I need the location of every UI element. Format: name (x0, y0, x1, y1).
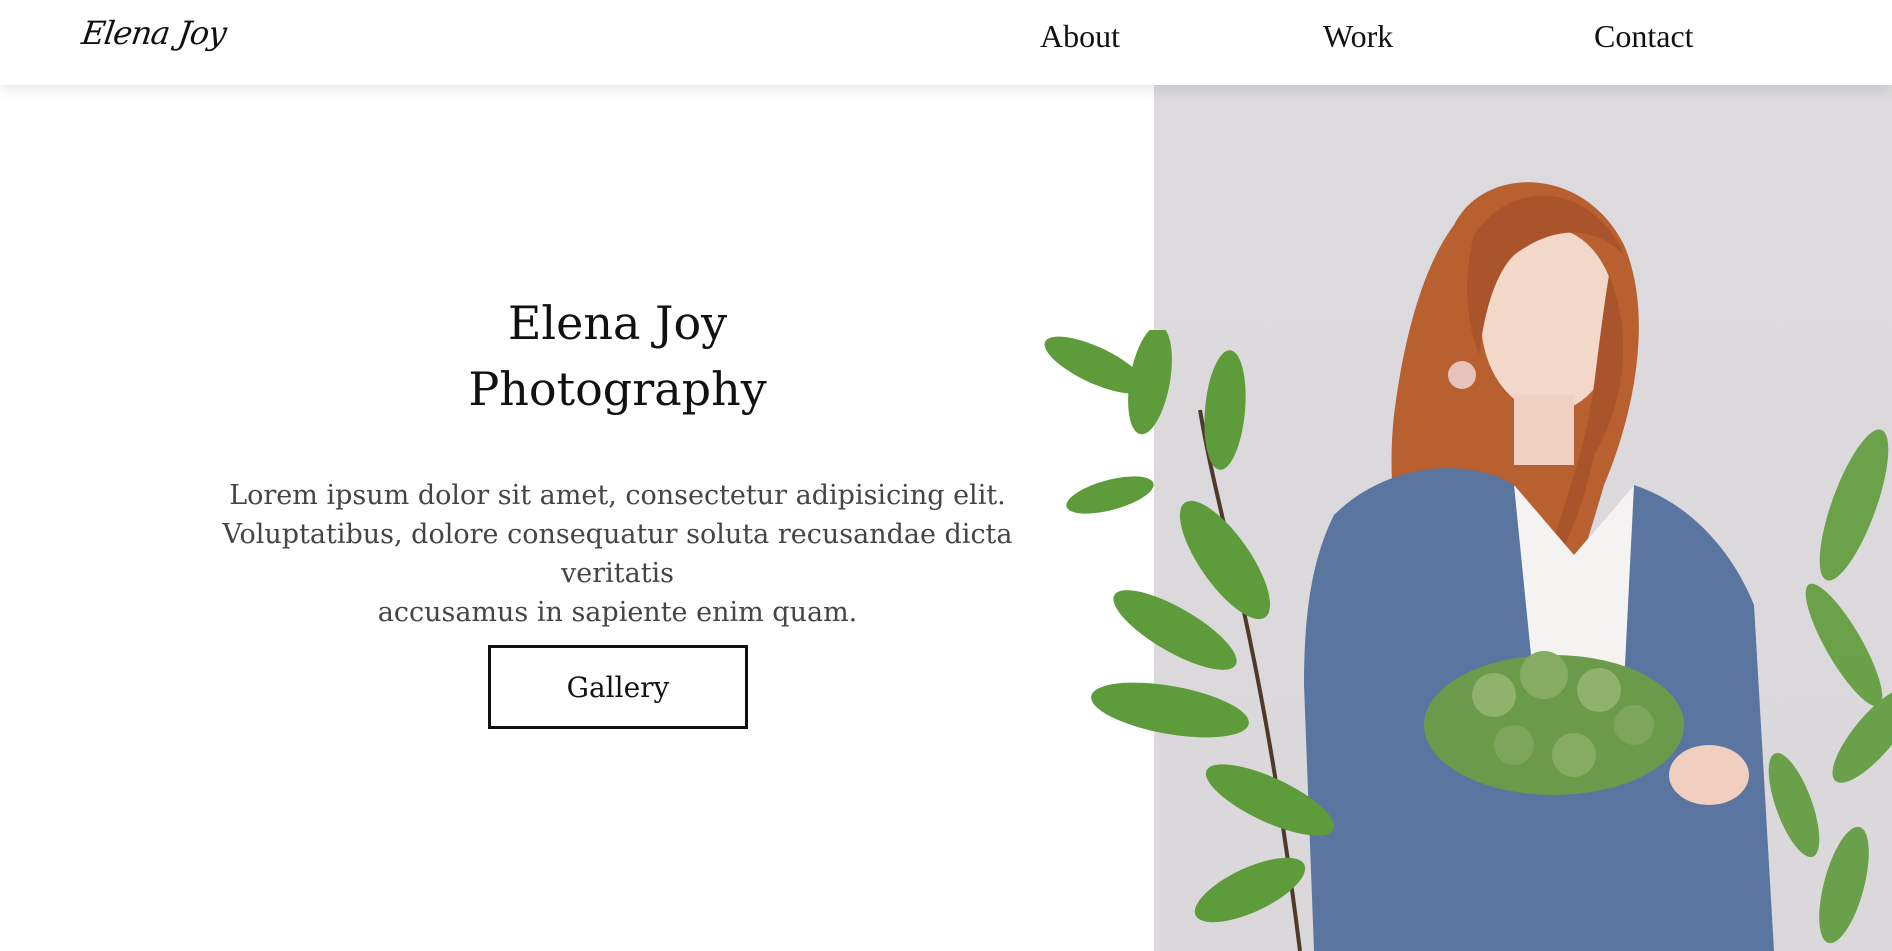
hero-description-line2: Voluptatibus, dolore consequatur soluta … (222, 519, 1013, 589)
hero-title: Elena Joy Photography (453, 290, 783, 422)
site-logo[interactable]: Elena Joy (79, 14, 228, 52)
plant-right-icon (1768, 429, 1892, 944)
hero-title-line1: Elena Joy (507, 296, 728, 350)
nav-link-contact[interactable]: Contact (1594, 18, 1694, 55)
hero-description-line1: Lorem ipsum dolor sit amet, consectetur … (229, 480, 1006, 511)
hero-description-line3: accusamus in sapiente enim quam. (377, 597, 858, 628)
gallery-button[interactable]: Gallery (488, 645, 748, 729)
hero-title-line2: Photography (468, 362, 767, 416)
plant-left-icon (1044, 330, 1335, 951)
earring-icon (1448, 361, 1476, 389)
nav-link-about[interactable]: About (1040, 18, 1120, 55)
nav-link-work[interactable]: Work (1323, 18, 1393, 55)
hero-section: Elena Joy Photography Lorem ipsum dolor … (160, 290, 1075, 632)
site-header: Elena Joy About Work Contact (0, 0, 1892, 85)
hero-description: Lorem ipsum dolor sit amet, consectetur … (183, 476, 1053, 632)
